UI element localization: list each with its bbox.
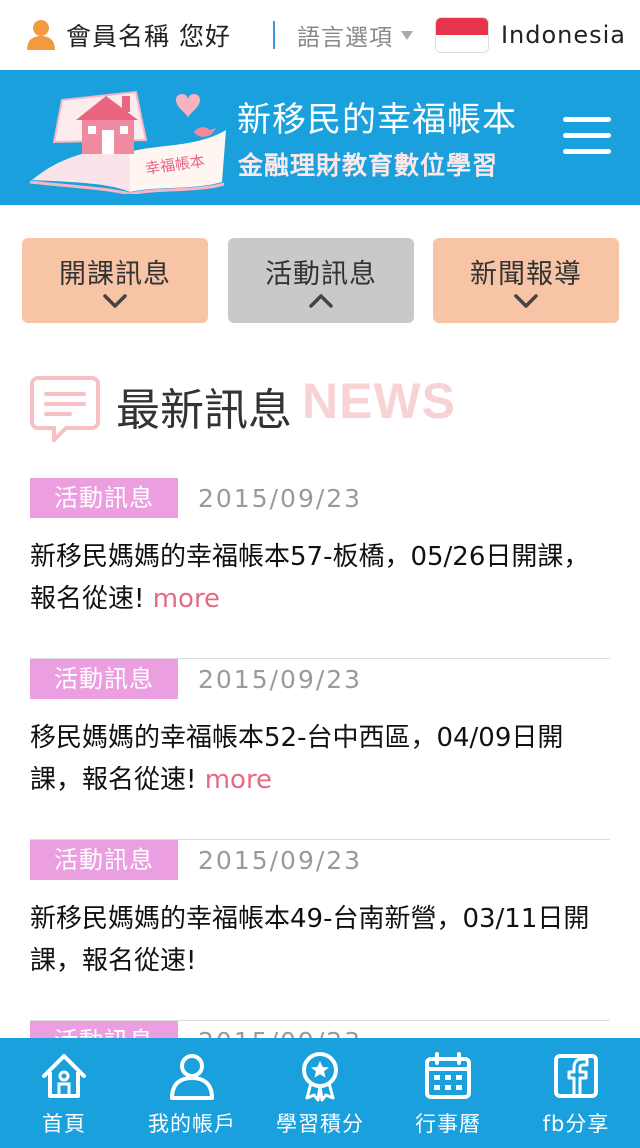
bottom-navigation: 首頁 我的帳戶 學習積分 行事曆 fb分享 — [0, 1038, 640, 1148]
tab-activity-info[interactable]: 活動訊息 — [228, 238, 414, 323]
site-subtitle: 金融理財教育數位學習 — [238, 151, 499, 180]
logo-book-house-icon[interactable]: 幸福帳本 — [26, 82, 231, 194]
chevron-down-icon — [514, 294, 538, 308]
home-icon — [42, 1054, 86, 1098]
news-heading-en: NEWS — [302, 373, 456, 429]
category-tabs: 開課訊息 活動訊息 新聞報導 — [22, 238, 620, 323]
nav-label: 我的帳戶 — [148, 1112, 236, 1136]
more-link[interactable]: more — [205, 765, 272, 795]
nav-learning-points[interactable]: 學習積分 — [256, 1038, 384, 1148]
site-title: 新移民的幸福帳本 — [237, 100, 517, 140]
nav-label: 行事曆 — [415, 1112, 481, 1136]
news-text-block: 新移民媽媽的幸福帳本49-台南新營，03/11日開課，報名從速! — [30, 898, 610, 982]
tab-label: 活動訊息 — [265, 259, 377, 290]
indonesia-flag-icon[interactable] — [434, 17, 489, 53]
news-date: 2015/09/23 — [198, 664, 363, 694]
news-item[interactable]: 活動訊息 2015/09/23 新移民媽媽的幸福帳本57-板橋，05/26日開課… — [30, 478, 610, 659]
language-name[interactable]: Indonesia — [501, 21, 626, 49]
medal-icon — [302, 1052, 338, 1102]
news-text-block: 新移民媽媽的幸福帳本57-板橋，05/26日開課，報名從速! more — [30, 536, 610, 620]
nav-home[interactable]: 首頁 — [0, 1038, 128, 1148]
nav-my-account[interactable]: 我的帳戶 — [128, 1038, 256, 1148]
news-heading-title: 最新訊息 — [116, 385, 292, 436]
news-headline[interactable]: 新移民媽媽的幸福帳本49-台南新營，03/11日開課，報名從速! — [30, 904, 589, 976]
hamburger-menu-icon[interactable] — [563, 117, 611, 157]
news-category-tag: 活動訊息 — [30, 478, 178, 518]
caret-down-icon — [400, 30, 413, 40]
news-headline[interactable]: 新移民媽媽的幸福帳本57-板橋，05/26日開課，報名從速! — [30, 542, 589, 614]
chevron-down-icon — [103, 294, 127, 308]
nav-label: 學習積分 — [276, 1112, 364, 1136]
news-item[interactable]: 活動訊息 2015/09/23 移民媽媽的幸福帳本52-台中西區，04/09日開… — [30, 659, 610, 840]
news-category-tag: 活動訊息 — [30, 659, 178, 699]
user-icon — [170, 1054, 214, 1100]
divider — [272, 21, 275, 49]
site-header: 幸福帳本 新移民的幸福帳本 金融理財教育數位學習 — [0, 70, 640, 205]
news-heading: 最新訊息 NEWS — [30, 372, 610, 444]
nav-label: 首頁 — [42, 1112, 86, 1136]
language-label: 語言選項 — [296, 25, 393, 51]
nav-label: fb分享 — [542, 1112, 610, 1136]
language-selector[interactable]: 語言選項 — [297, 18, 413, 52]
calendar-icon — [425, 1052, 471, 1099]
nav-calendar[interactable]: 行事曆 — [384, 1038, 512, 1148]
tab-label: 新聞報導 — [470, 259, 582, 290]
facebook-icon — [554, 1054, 598, 1098]
user-icon — [27, 20, 55, 50]
message-icon — [30, 376, 100, 442]
news-date: 2015/09/23 — [198, 483, 363, 513]
news-headline[interactable]: 移民媽媽的幸福帳本52-台中西區，04/09日開課，報名從速! — [30, 723, 563, 795]
tab-course-info[interactable]: 開課訊息 — [22, 238, 208, 323]
tab-news-report[interactable]: 新聞報導 — [433, 238, 619, 323]
chevron-up-icon — [309, 294, 333, 308]
news-item[interactable]: 活動訊息 2015/09/23 新移民媽媽的幸福帳本49-台南新營，03/11日… — [30, 840, 610, 1021]
member-greeting[interactable]: 會員名稱 您好 — [26, 17, 231, 53]
tab-label: 開課訊息 — [59, 259, 171, 290]
more-link[interactable]: more — [153, 584, 220, 614]
news-date: 2015/09/23 — [198, 845, 363, 875]
news-category-tag: 活動訊息 — [30, 840, 178, 880]
news-text-block: 移民媽媽的幸福帳本52-台中西區，04/09日開課，報名從速! more — [30, 717, 610, 801]
nav-fb-share[interactable]: fb分享 — [512, 1038, 640, 1148]
member-greeting-text: 會員名稱 您好 — [66, 22, 231, 51]
top-bar: 會員名稱 您好 語言選項 Indonesia — [0, 0, 640, 70]
